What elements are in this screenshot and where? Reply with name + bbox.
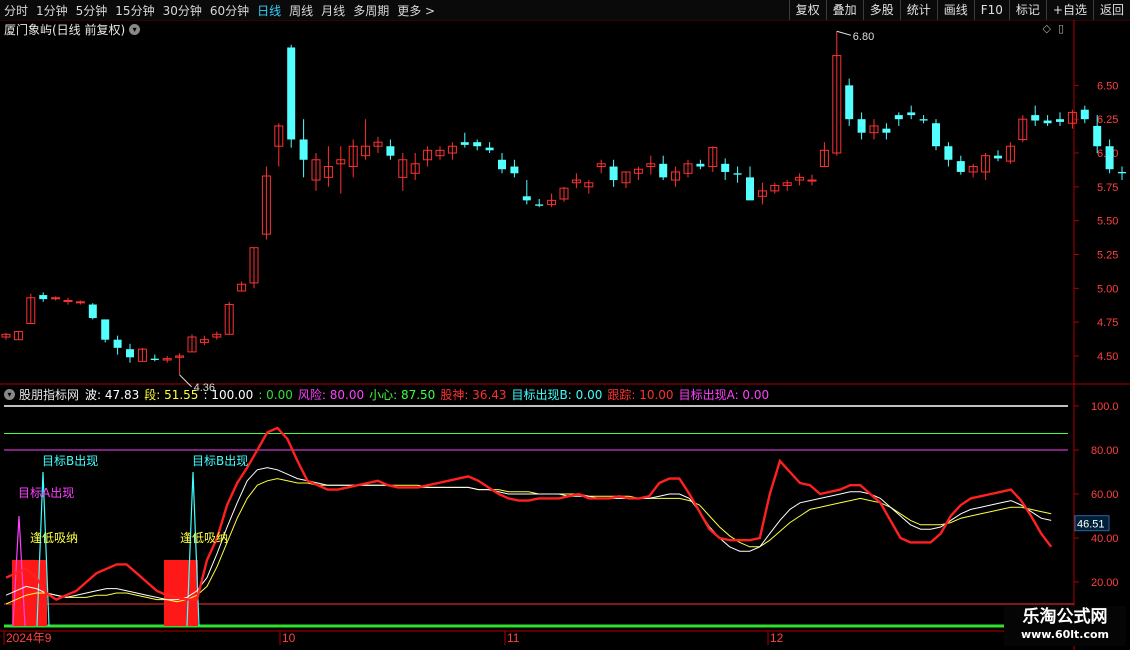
- candle-body: [299, 139, 308, 160]
- gushen-line: [5, 426, 1053, 601]
- watermark: 乐淘公式网 www.60lt.com: [1004, 606, 1126, 646]
- date-label: 10: [282, 631, 296, 645]
- candle-body: [733, 173, 742, 175]
- date-label: 2024年9: [6, 631, 52, 645]
- indicator-tick-label: 60.00: [1091, 489, 1119, 501]
- candle-body: [498, 159, 506, 170]
- candle-body: [63, 299, 73, 302]
- candle-body: [1118, 171, 1126, 174]
- indicator-tick-label: 20.00: [1091, 577, 1119, 589]
- candle-body: [696, 163, 705, 167]
- price-tick-label: 4.75: [1097, 317, 1118, 329]
- candle-body: [150, 358, 159, 360]
- candle-body: [75, 301, 85, 304]
- candle-body: [485, 147, 494, 151]
- candle-body: [287, 47, 296, 140]
- candle-body: [994, 155, 1002, 159]
- candle-body: [51, 297, 61, 300]
- candle-body: [460, 142, 469, 145]
- indicator-tick-label: 40.00: [1091, 533, 1119, 545]
- date-label: 12: [770, 631, 784, 645]
- candle-body: [944, 146, 953, 160]
- price-tick-label: 5.25: [1097, 249, 1118, 261]
- candle-body: [1031, 115, 1040, 121]
- candle-body: [126, 349, 134, 358]
- candle-body: [510, 166, 519, 174]
- duan-line: [5, 478, 1052, 605]
- candle-body: [101, 319, 110, 340]
- candle-body: [1093, 125, 1102, 147]
- target-b-label: 目标B出现: [42, 454, 98, 468]
- date-label: 11: [507, 631, 520, 645]
- candle-body: [956, 161, 965, 172]
- high-price-label: 6.80: [853, 31, 874, 43]
- candle-body: [522, 196, 531, 201]
- price-tick-label: 5.50: [1097, 216, 1118, 228]
- candle-body: [1056, 119, 1064, 122]
- low-absorb-label: 逢低吸纳: [180, 531, 228, 545]
- candle-body: [932, 123, 940, 147]
- watermark-title: 乐淘公式网: [1022, 607, 1108, 627]
- target-b-label: 目标B出现: [192, 454, 248, 468]
- candle-body: [807, 179, 817, 182]
- candle-body: [39, 295, 48, 300]
- bo-line: [5, 467, 1052, 601]
- price-tick-label: 5.00: [1097, 283, 1118, 295]
- price-tick-label: 6.50: [1097, 80, 1118, 92]
- target-a-label: 目标A出现: [18, 486, 74, 500]
- low-absorb-label: 逢低吸纳: [30, 531, 78, 545]
- candle-body: [473, 142, 482, 147]
- candle-body: [857, 119, 866, 133]
- candle-body: [535, 204, 544, 206]
- candle-body: [609, 166, 618, 181]
- price-tick-label: 6.25: [1097, 114, 1118, 126]
- price-tick-label: 5.75: [1097, 182, 1118, 194]
- candle-body: [1105, 146, 1114, 170]
- candle-body: [894, 115, 903, 120]
- high-marker-line: [836, 30, 851, 36]
- candle-body: [88, 304, 97, 319]
- candle-body: [721, 163, 730, 172]
- kline-chart: 6.506.256.005.755.505.255.004.754.506.80…: [0, 20, 1130, 650]
- price-tick-label: 4.50: [1097, 351, 1118, 363]
- candle-body: [845, 85, 854, 120]
- candle-body: [907, 112, 916, 116]
- low-price-label: 4.36: [194, 382, 215, 394]
- indicator-tick-label: 100.0: [1091, 401, 1119, 413]
- candle-body: [1080, 109, 1089, 120]
- current-value-label: 46.51: [1077, 519, 1105, 531]
- low-marker-line: [179, 374, 192, 388]
- candle-body: [113, 339, 122, 348]
- candle-body: [882, 128, 891, 133]
- candle-body: [659, 163, 668, 178]
- watermark-url: www.60lt.com: [1020, 628, 1110, 641]
- candle-body: [746, 177, 754, 201]
- candle-body: [386, 146, 395, 156]
- indicator-tick-label: 80.00: [1091, 445, 1119, 457]
- candle-body: [919, 119, 928, 121]
- candle-body: [1043, 120, 1052, 124]
